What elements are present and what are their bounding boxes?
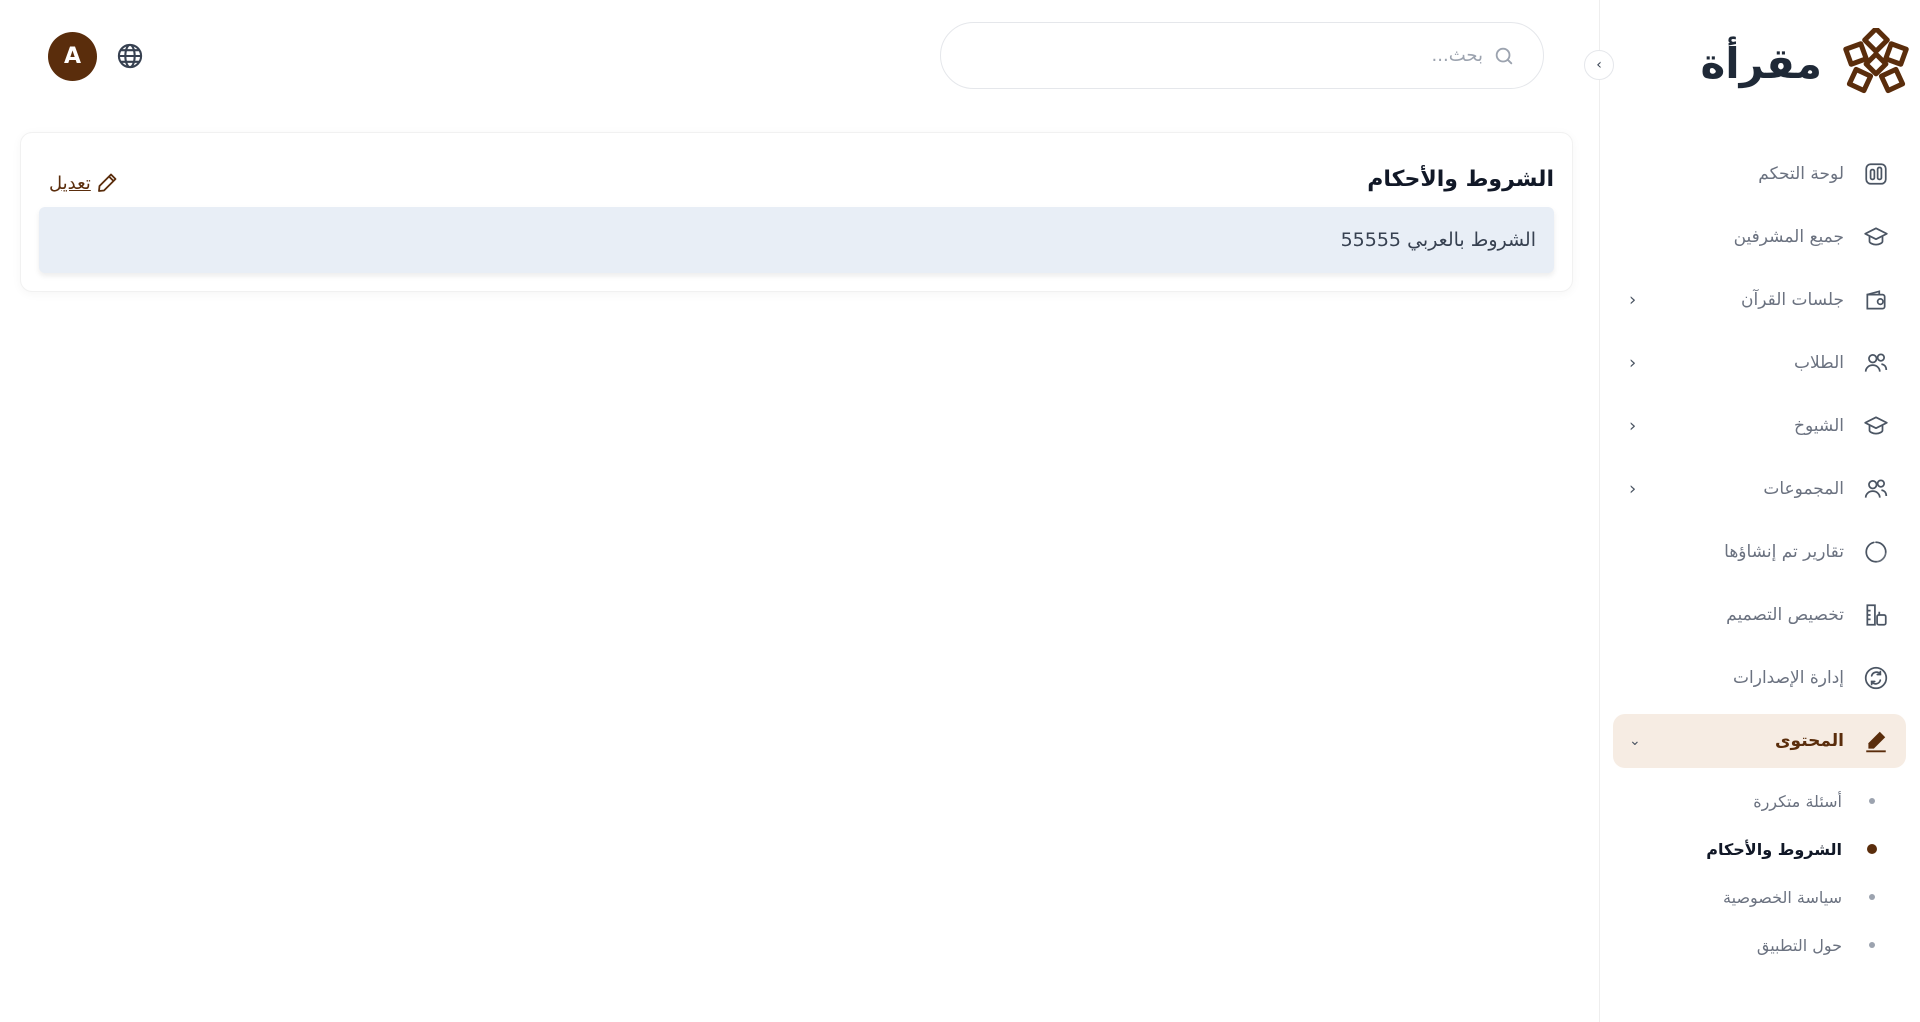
bullet-dot [1869,798,1875,804]
content-submenu: أسئلة متكررة الشروط والأحكام سياسة الخصو… [1599,777,1920,969]
sidebar: مقرأة › لوحة التحكم جميع المشرفين جلسات … [1584,0,1920,1022]
search-icon [1495,47,1513,64]
bullet-dot [1867,844,1877,854]
sidebar-item-label: لوحة التحكم [1758,164,1844,184]
submenu-item-privacy[interactable]: سياسة الخصوصية [1599,873,1920,921]
sidebar-item-students[interactable]: الطلاب ‹ [1613,336,1906,390]
avatar[interactable]: A [48,32,97,81]
design-icon [1858,597,1894,633]
pen-icon [1858,723,1894,759]
logo-mark-icon [1843,28,1909,94]
sidebar-item-label: جلسات القرآن [1741,290,1844,310]
terms-content-text: الشروط بالعربي 55555 [1340,229,1536,251]
sidebar-item-sheikhs[interactable]: الشيوخ ‹ [1613,399,1906,453]
sidebar-item-groups[interactable]: المجموعات ‹ [1613,462,1906,516]
sidebar-item-label: إدارة الإصدارات [1733,668,1844,688]
wallet-icon [1858,282,1894,318]
bullet-dot [1869,894,1875,900]
bullet-dot [1869,942,1875,948]
chevron-left-icon: ‹ [1629,478,1637,500]
users-icon [1858,345,1894,381]
submenu-item-label: سياسة الخصوصية [1723,887,1842,907]
refresh-icon [1858,660,1894,696]
sidebar-item-label: تخصيص التصميم [1726,605,1844,625]
globe-icon[interactable] [116,42,144,70]
submenu-item-about[interactable]: حول التطبيق [1599,921,1920,969]
chevron-down-icon: ⌄ [1629,733,1641,749]
sidebar-item-label: تقارير تم إنشاؤها [1724,542,1844,562]
search-input[interactable] [1003,45,1483,66]
sidebar-item-label: جميع المشرفين [1733,227,1844,247]
app-logo[interactable]: مقرأة [1608,26,1920,102]
sidebar-item-label: المجموعات [1763,479,1844,499]
submenu-item-label: حول التطبيق [1756,935,1842,955]
submenu-item-faq[interactable]: أسئلة متكررة [1599,777,1920,825]
sidebar-item-versions[interactable]: إدارة الإصدارات [1613,651,1906,705]
edit-button[interactable]: تعديل [49,171,119,195]
chevron-left-icon: ‹ [1629,352,1637,374]
dashboard-icon [1858,156,1894,192]
submenu-item-label: الشروط والأحكام [1706,839,1842,859]
chevron-left-icon: ‹ [1629,289,1637,311]
users-icon [1858,471,1894,507]
sidebar-item-dashboard[interactable]: لوحة التحكم [1613,147,1906,201]
edit-label: تعديل [49,172,91,194]
sidebar-collapse-button[interactable]: › [1584,50,1614,80]
chevron-left-icon: ‹ [1629,415,1637,437]
loader-circle-icon [1858,534,1894,570]
sidebar-item-design[interactable]: تخصيص التصميم [1613,588,1906,642]
sidebar-item-label: الشيوخ [1794,416,1844,436]
sidebar-item-label: الطلاب [1794,353,1844,373]
sidebar-item-label: المحتوى [1774,731,1844,751]
graduation-cap-icon [1858,219,1894,255]
sidebar-item-quran-sessions[interactable]: جلسات القرآن ‹ [1613,273,1906,327]
chevron-right-icon: › [1596,57,1602,73]
terms-content-box: الشروط بالعربي 55555 [39,207,1554,273]
page-title: الشروط والأحكام [1367,167,1554,192]
search-bar[interactable] [940,22,1544,89]
submenu-item-label: أسئلة متكررة [1753,791,1842,811]
pencil-icon [97,173,117,192]
sidebar-item-content[interactable]: المحتوى ⌄ [1613,714,1906,768]
sidebar-nav: لوحة التحكم جميع المشرفين جلسات القرآن ‹… [1599,147,1920,969]
terms-card: الشروط والأحكام تعديل الشروط بالعربي 555… [20,132,1573,292]
submenu-item-terms[interactable]: الشروط والأحكام [1599,825,1920,873]
graduation-cap-icon [1858,408,1894,444]
app-name: مقرأة [1700,39,1822,88]
sidebar-item-supervisors[interactable]: جميع المشرفين [1613,210,1906,264]
sidebar-item-reports[interactable]: تقارير تم إنشاؤها [1613,525,1906,579]
